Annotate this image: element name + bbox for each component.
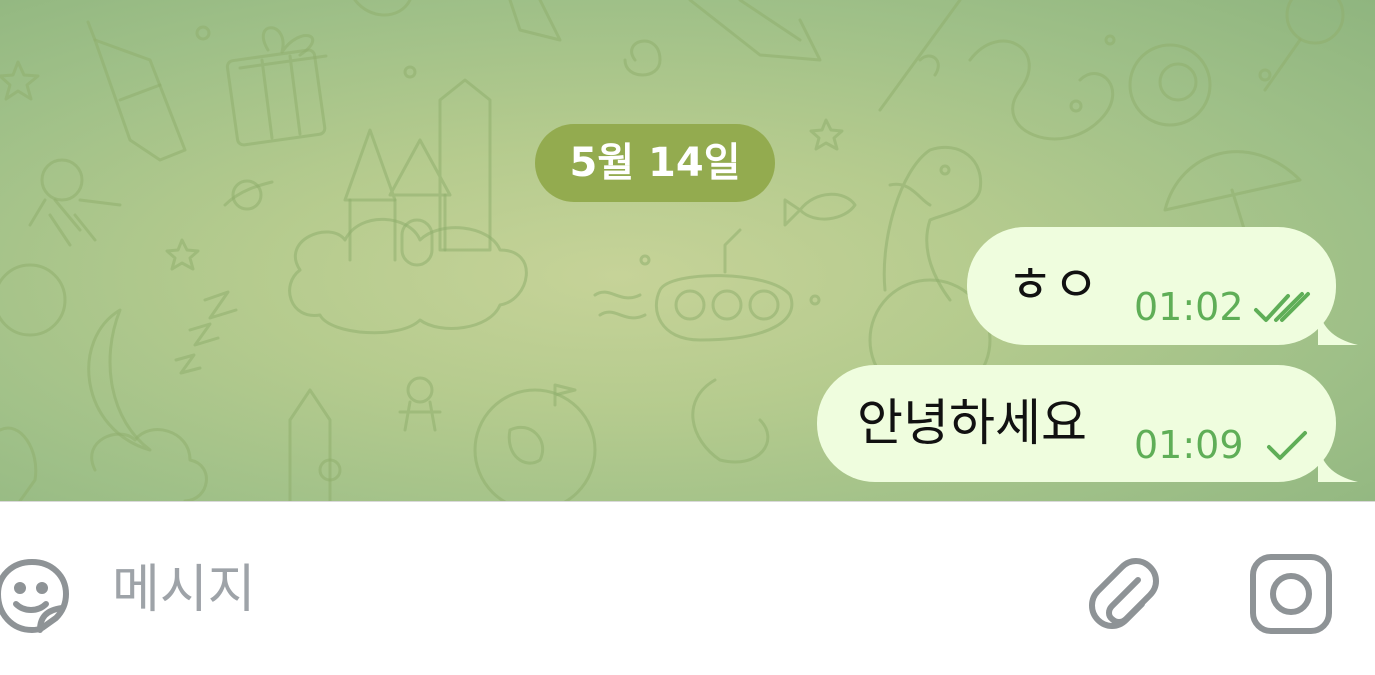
message-time: 01:09 — [1134, 423, 1244, 467]
message-bubble-outgoing[interactable]: 안녕하세요 01:09 — [817, 365, 1358, 482]
bubble-tail — [1318, 442, 1358, 482]
date-separator: 5월 14일 — [535, 124, 775, 202]
message-input[interactable] — [112, 550, 1012, 630]
message-time: 01:02 — [1134, 285, 1244, 329]
single-check-icon — [1267, 431, 1307, 460]
message-text: ㅎㅇ — [1007, 256, 1099, 314]
sticker-smile-icon[interactable] — [0, 552, 74, 636]
camera-icon[interactable] — [1245, 552, 1337, 636]
message-text: 안녕하세요 — [857, 394, 1087, 452]
message-composer — [0, 501, 1375, 675]
paperclip-icon[interactable] — [1082, 552, 1166, 636]
message-bubble-outgoing[interactable]: ㅎㅇ 01:02 — [967, 227, 1358, 345]
telegram-chat-screen: 5월 14일 ㅎㅇ 01:02 안녕하세요 01:09 — [0, 0, 1375, 675]
double-check-icon — [1254, 292, 1310, 322]
chat-area[interactable]: 5월 14일 ㅎㅇ 01:02 안녕하세요 01:09 — [0, 0, 1375, 501]
bubble-tail — [1318, 305, 1358, 345]
